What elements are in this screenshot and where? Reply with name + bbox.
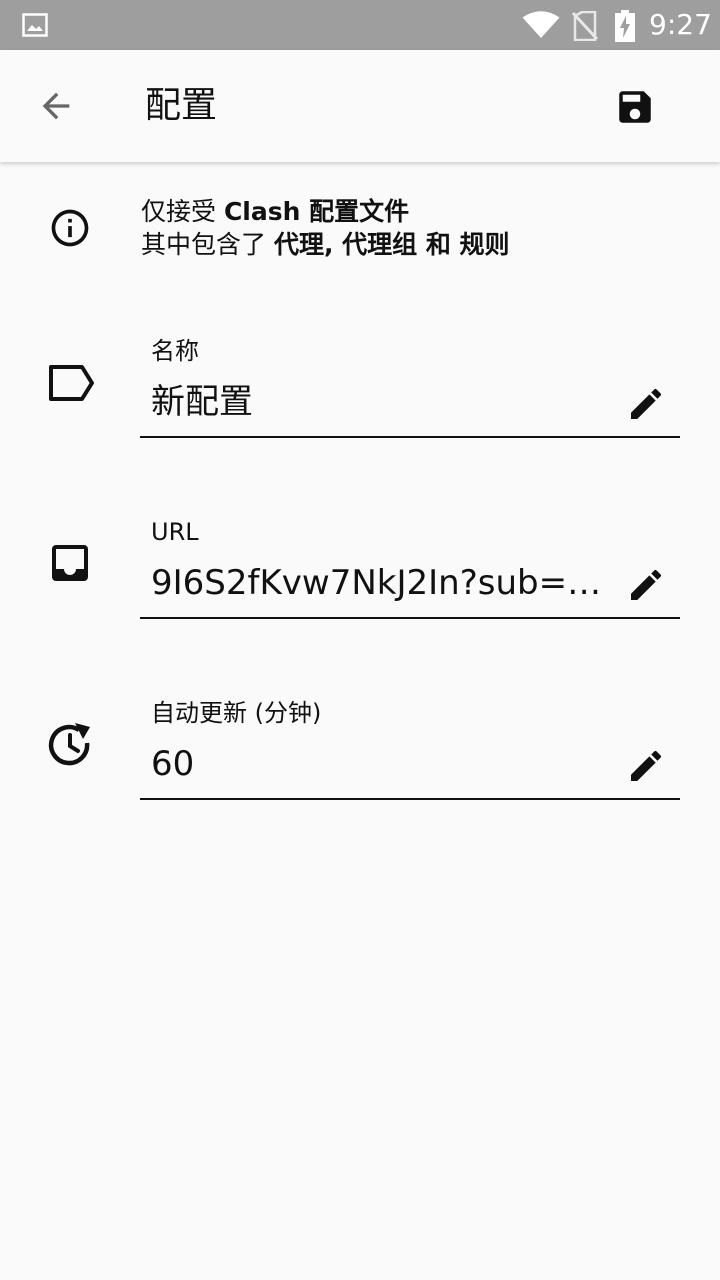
edit-name-icon[interactable] (626, 384, 666, 428)
name-field[interactable]: 名称 新配置 (0, 334, 720, 464)
url-field-label: URL (151, 518, 199, 546)
info-line-2-bold: 代理, 代理组 和 规则 (273, 230, 510, 259)
info-icon (48, 206, 92, 254)
edit-url-icon[interactable] (626, 565, 666, 609)
info-line-2-text: 其中包含了 (141, 230, 274, 259)
auto-update-value[interactable]: 60 (151, 740, 621, 788)
update-clock-icon (46, 720, 96, 774)
url-field-underline (140, 617, 680, 619)
label-icon (46, 362, 96, 408)
edit-auto-update-icon[interactable] (626, 746, 666, 790)
info-line-2: 其中包含了 代理, 代理组 和 规则 (141, 228, 510, 262)
name-field-label: 名称 (151, 337, 199, 365)
wifi-icon (522, 11, 560, 43)
info-line-1: 仅接受 Clash 配置文件 (141, 195, 409, 229)
inbox-icon (46, 539, 94, 591)
info-line-1-bold: Clash 配置文件 (223, 197, 410, 226)
no-sim-icon (571, 10, 599, 45)
app-bar: 配置 (0, 50, 720, 162)
save-icon[interactable] (614, 86, 656, 132)
auto-update-underline (140, 798, 680, 800)
arrow-back-icon[interactable] (36, 86, 76, 130)
status-time: 9:27 (649, 8, 712, 41)
status-bar: 9:27 (0, 0, 720, 50)
auto-update-label: 自动更新 (分钟) (151, 699, 322, 727)
auto-update-field[interactable]: 自动更新 (分钟) 60 (0, 696, 720, 826)
url-field[interactable]: URL 9I6S2fKvw7NkJ2In?sub=3&… (0, 515, 720, 645)
name-field-underline (140, 436, 680, 438)
url-field-value[interactable]: 9I6S2fKvw7NkJ2In?sub=3&… (151, 559, 621, 607)
name-field-value[interactable]: 新配置 (151, 378, 621, 426)
battery-charging-icon (615, 10, 635, 46)
image-icon (22, 13, 48, 41)
info-section: 仅接受 Clash 配置文件 其中包含了 代理, 代理组 和 规则 (0, 190, 720, 270)
page-title: 配置 (145, 85, 218, 126)
info-line-1-text: 仅接受 (141, 197, 224, 226)
